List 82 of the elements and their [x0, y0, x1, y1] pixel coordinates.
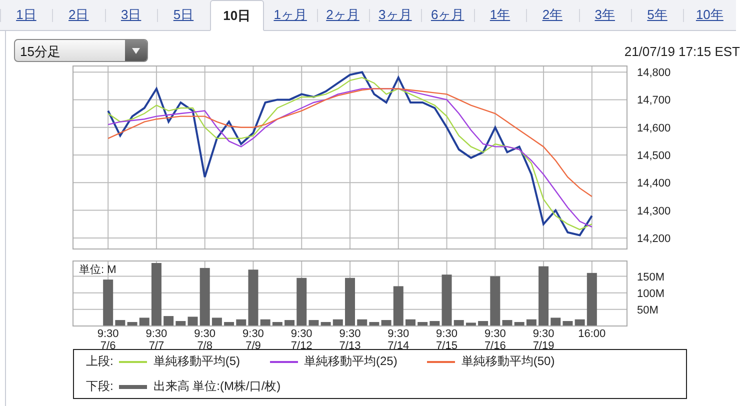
volume-bar	[405, 319, 416, 326]
volume-bar	[514, 322, 524, 326]
tab[interactable]: 5日	[157, 0, 210, 30]
volume-bar	[562, 321, 573, 326]
axis-label: 9:30 7/15	[436, 328, 458, 349]
volume-bar	[345, 278, 355, 326]
volume-bar	[115, 320, 126, 326]
volume-bar	[200, 268, 210, 326]
volume-bar	[320, 322, 331, 326]
volume-bar	[454, 320, 464, 326]
tab[interactable]: 6ヶ月	[421, 0, 474, 30]
volume-bar	[538, 266, 549, 326]
volume-bar	[103, 280, 114, 326]
legend-label: 単純移動平均(25)	[304, 353, 398, 370]
tab[interactable]: 1日	[0, 0, 52, 30]
legend-label: 単純移動平均(5)	[153, 353, 240, 370]
tab[interactable]: 1年	[474, 0, 526, 30]
volume-bar	[284, 320, 295, 326]
volume-bar	[332, 319, 343, 326]
volume-bar	[586, 272, 597, 326]
tab[interactable]: 3日	[104, 0, 158, 30]
volume-bar	[369, 322, 380, 326]
legend-label: 下段:	[86, 378, 114, 395]
volume-bar	[176, 321, 186, 326]
legend-label: 単純移動平均(50)	[461, 353, 555, 370]
axis-label: 9:30 7/8	[194, 328, 216, 349]
volume-bar	[574, 319, 585, 326]
axis-label: 150M	[637, 271, 665, 284]
volume-bar	[442, 274, 452, 326]
volume-bar	[466, 322, 476, 326]
axis-label: 9:30 7/6	[97, 328, 119, 349]
volume-bar	[381, 320, 392, 326]
volume-bar	[236, 319, 246, 326]
volume-bar	[526, 319, 536, 326]
interval-dropdown[interactable]: 15分足	[14, 39, 148, 62]
volume-bar	[248, 270, 258, 326]
volume-bar	[478, 321, 488, 326]
tab[interactable]: 2ヶ月	[316, 0, 369, 30]
unit-label: 単位: M	[79, 264, 116, 276]
tab[interactable]: 2年	[526, 0, 579, 30]
axis-label: 50M	[637, 304, 658, 316]
tab[interactable]: 10年	[683, 0, 736, 30]
legend-label: 出来高 単位:(M株/口/枚)	[153, 378, 281, 395]
axis-label: 9:30 7/9	[242, 328, 264, 349]
volume-bar	[308, 320, 319, 326]
axis-label: 9:30 7/14	[388, 328, 410, 349]
tab[interactable]: 3年	[578, 0, 632, 30]
axis-label: 14,600	[637, 122, 671, 134]
axis-label: 9:30 7/16	[484, 328, 506, 349]
axis-label: 14,200	[637, 232, 671, 245]
volume-bar	[164, 316, 174, 326]
volume-bar	[430, 321, 440, 326]
tab[interactable]: 10日	[210, 0, 264, 31]
axis-label: 16:00	[578, 328, 606, 340]
volume-bar	[296, 278, 307, 326]
volume-bar	[272, 322, 282, 326]
axis-label: 14,400	[637, 178, 671, 190]
axis-label: 14,700	[637, 94, 671, 107]
volume-bar	[418, 322, 428, 326]
volume-bar	[151, 263, 162, 326]
tab[interactable]: 3ヶ月	[368, 0, 422, 30]
axis-label: 9:30 7/19	[532, 328, 554, 349]
tab[interactable]: 2日	[52, 0, 105, 30]
timestamp: 21/07/19 17:15 EST	[624, 44, 740, 59]
caret-icon	[132, 48, 140, 54]
axis-label: 14,800	[637, 67, 671, 80]
axis-label: 100M	[637, 288, 665, 300]
volume-bar	[260, 319, 270, 326]
volume-bar	[502, 320, 512, 326]
axis-label: 14,300	[637, 205, 671, 218]
volume-bar	[357, 319, 368, 326]
axis-label: 9:30 7/13	[339, 328, 361, 349]
axis-label: 14,500	[637, 150, 671, 162]
legend-label: 上段:	[86, 353, 114, 370]
tab[interactable]: 1ヶ月	[264, 0, 317, 30]
volume-bar	[393, 286, 404, 326]
volume-bar	[224, 322, 234, 326]
tab[interactable]: 5年	[631, 0, 684, 30]
axis-label: 9:30 7/12	[290, 328, 312, 349]
axis-label: 9:30 7/7	[146, 328, 168, 349]
volume-bar	[490, 276, 500, 326]
volume-bar	[127, 322, 138, 326]
